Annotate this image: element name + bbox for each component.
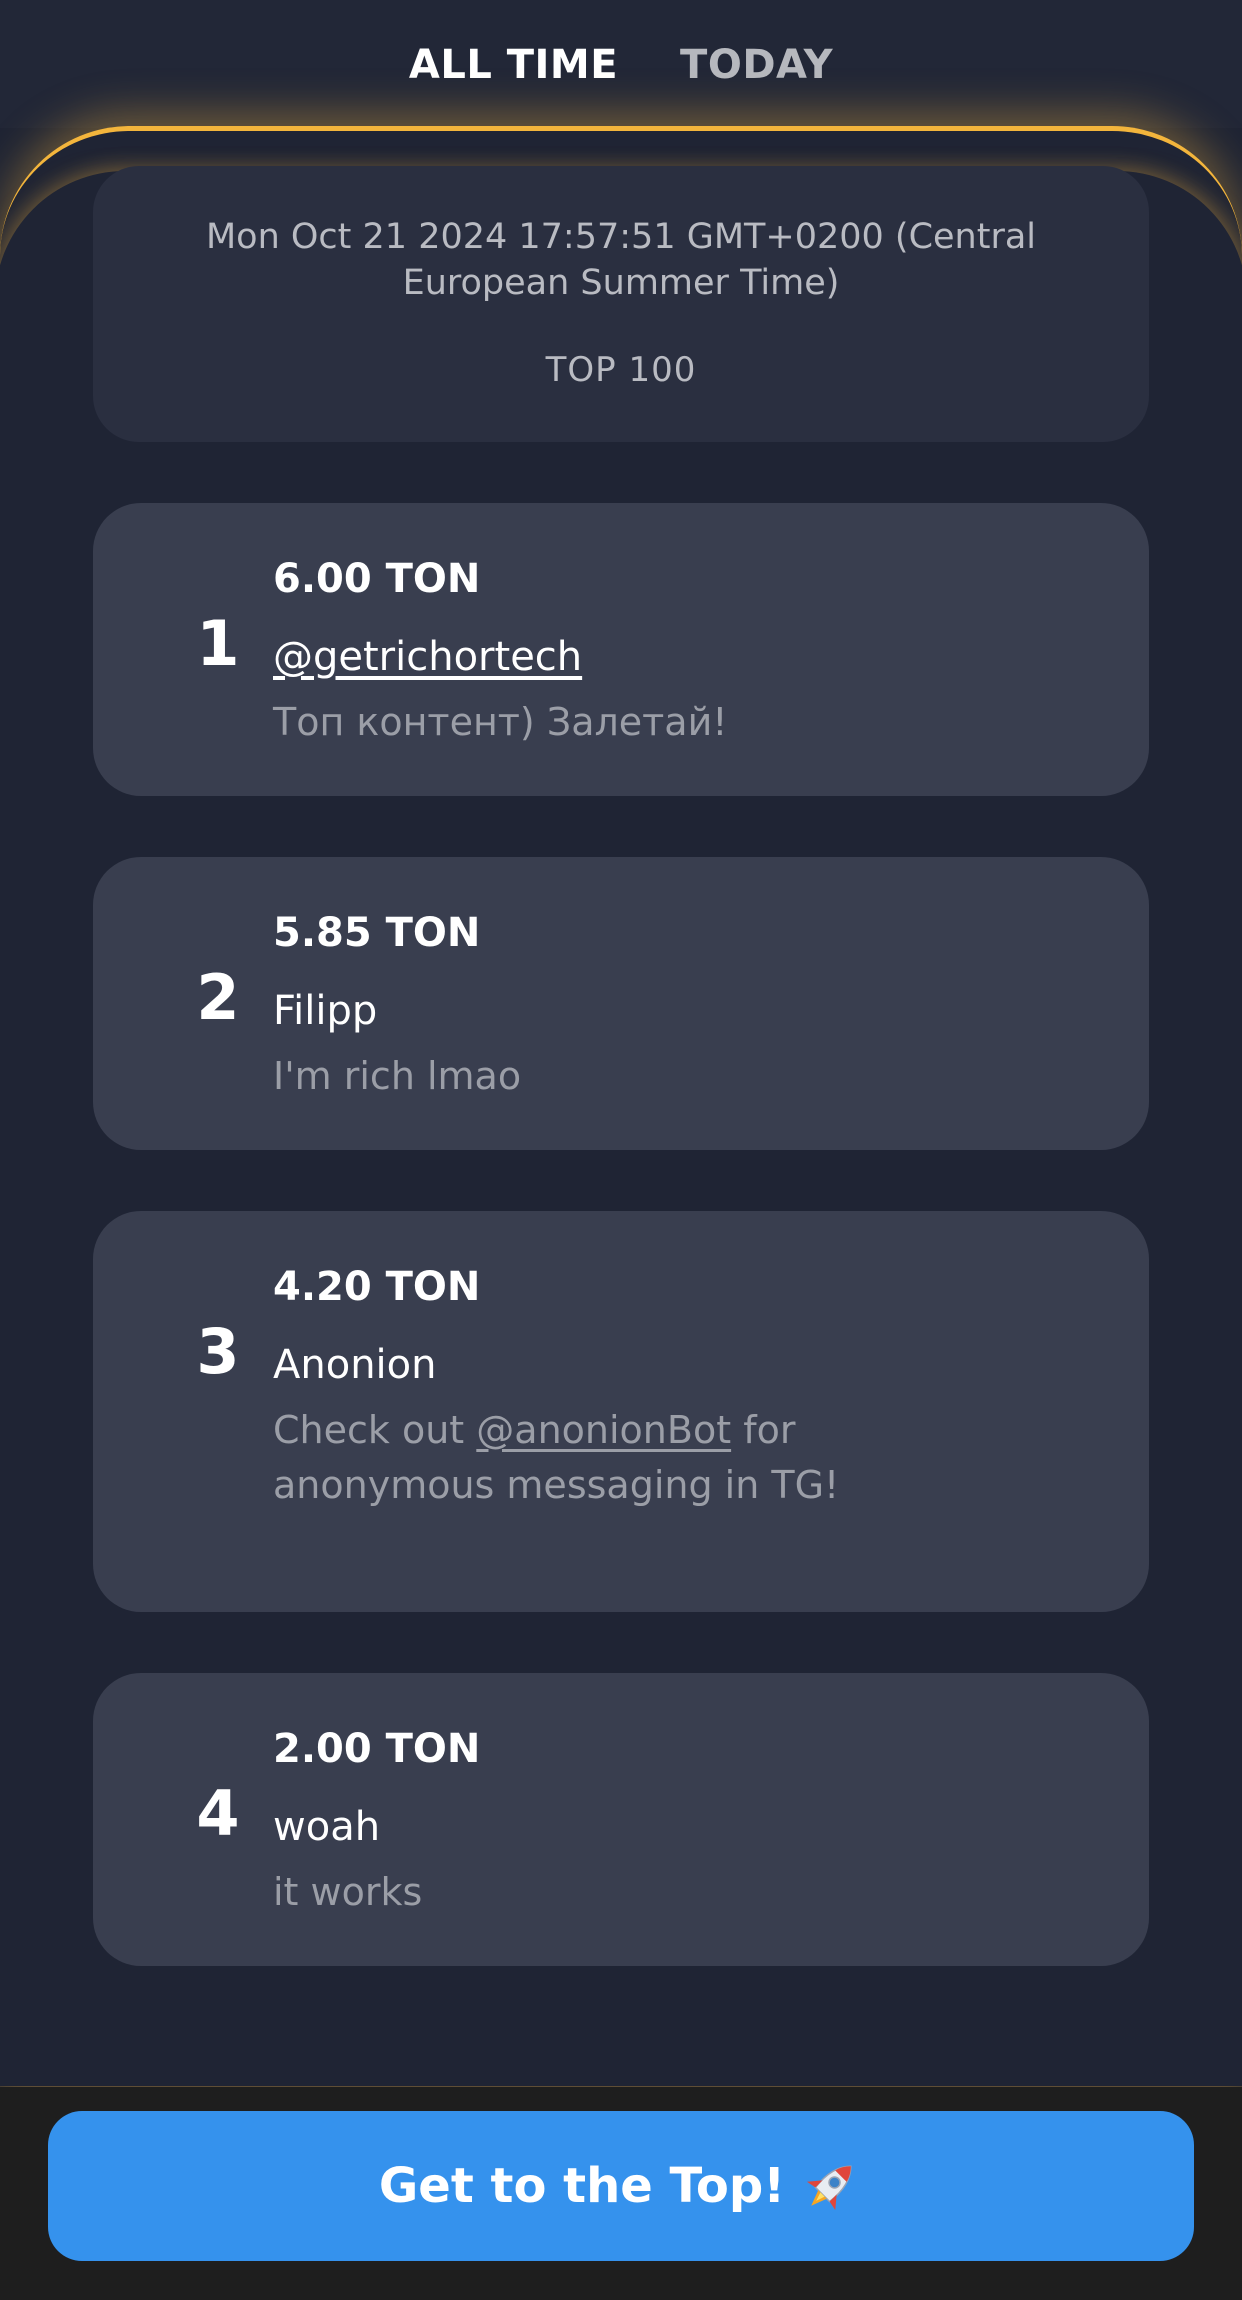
leaderboard-date: Mon Oct 21 2024 17:57:51 GMT+0200 (Centr… xyxy=(205,217,1037,303)
leaderboard-entry: 2 5.85 TON Filipp I'm rich lmao xyxy=(93,857,1149,1150)
entry-message-prefix: Check out xyxy=(273,1408,477,1452)
entry-amount: 4.20 TON xyxy=(273,1264,481,1310)
leaderboard-tabs: ALL TIME TODAY xyxy=(0,0,1242,128)
entry-amount: 5.85 TON xyxy=(273,910,481,956)
rocket-icon xyxy=(799,2154,863,2218)
leaderboard-info-card: Mon Oct 21 2024 17:57:51 GMT+0200 (Centr… xyxy=(93,166,1149,442)
leaderboard-entry: 3 4.20 TON Anonion Check out @anonionBot… xyxy=(93,1211,1149,1612)
get-to-top-label: Get to the Top! xyxy=(378,2158,786,2214)
entry-amount: 6.00 TON xyxy=(273,556,481,602)
entry-message: I'm rich lmao xyxy=(273,1054,522,1098)
entry-body: 6.00 TON @getrichortech Топ контент) Зал… xyxy=(273,551,1109,750)
entry-body: 4.20 TON Anonion Check out @anonionBot f… xyxy=(273,1259,1109,1513)
entry-name: woah xyxy=(273,1804,381,1850)
entry-message: Check out @anonionBot for anonymous mess… xyxy=(273,1403,873,1513)
leaderboard-top-label: TOP 100 xyxy=(545,350,697,390)
bottom-bar: Get to the Top! xyxy=(0,2087,1242,2300)
entry-message: Топ контент) Залетай! xyxy=(273,700,728,744)
entry-name-link[interactable]: @getrichortech xyxy=(273,629,1109,685)
get-to-top-button[interactable]: Get to the Top! xyxy=(48,2111,1194,2261)
entry-body: 5.85 TON Filipp I'm rich lmao xyxy=(273,905,1109,1104)
tab-today[interactable]: TODAY xyxy=(680,42,833,88)
entry-amount: 2.00 TON xyxy=(273,1726,481,1772)
entry-message: it works xyxy=(273,1870,423,1914)
tab-all-time[interactable]: ALL TIME xyxy=(409,42,618,88)
entry-name: Anonion xyxy=(273,1342,437,1388)
entry-body: 2.00 TON woah it works xyxy=(273,1721,1109,1920)
leaderboard-entry: 1 6.00 TON @getrichortech Топ контент) З… xyxy=(93,503,1149,796)
entry-name: Filipp xyxy=(273,988,378,1034)
leaderboard-entry: 4 2.00 TON woah it works xyxy=(93,1673,1149,1966)
entry-message-link[interactable]: @anonionBot xyxy=(476,1408,731,1452)
